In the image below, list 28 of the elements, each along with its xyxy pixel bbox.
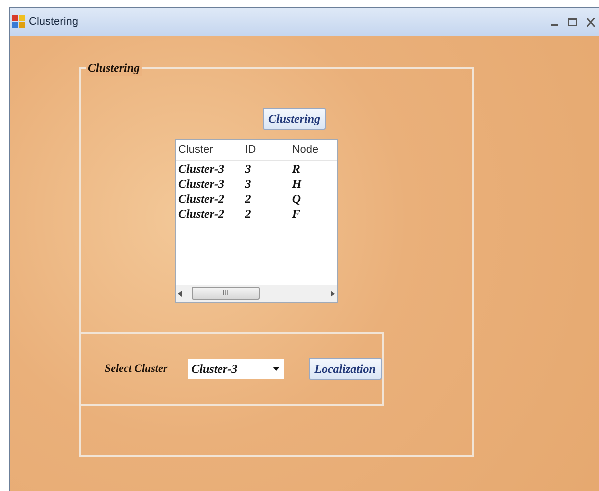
table-cell-text: 2 [244,206,252,220]
select-cluster-label: Select Cluster [105,362,168,377]
group-title: Clustering [86,60,142,76]
table-cell-text: Cluster-3 [178,162,226,176]
table-cell-text: 2 [244,192,252,206]
table-cell-text: Cluster-3 [178,176,226,190]
table-cell-text: 3 [244,162,252,176]
column-header[interactable]: Cluster [176,142,242,158]
localization-button[interactable]: Localization [308,358,382,380]
dropdown-caret-icon [272,367,280,371]
column-header[interactable]: ID [242,142,290,158]
scroll-right-icon[interactable] [330,290,334,296]
window-title: Clustering [29,14,79,30]
table-cell-text: H [291,176,303,190]
column-header[interactable]: Node [289,142,336,158]
maximize-icon[interactable] [568,18,577,26]
table-cell-text: Cluster-2 [178,192,226,206]
clustering-button[interactable]: Clustering [263,108,326,130]
table-cell-text: R [291,162,302,176]
app-icon [12,15,26,29]
close-icon[interactable] [587,18,595,26]
table-cell-text: Cluster-2 [178,206,226,220]
table-cell-text: Q [291,192,302,206]
table-cell-text: F [291,206,302,220]
cluster-dropdown[interactable]: Cluster-3 [188,359,284,379]
dropdown-value: Cluster-3 [192,361,238,378]
scroll-left-icon[interactable] [178,290,182,296]
table-cell-text: 3 [244,176,252,190]
